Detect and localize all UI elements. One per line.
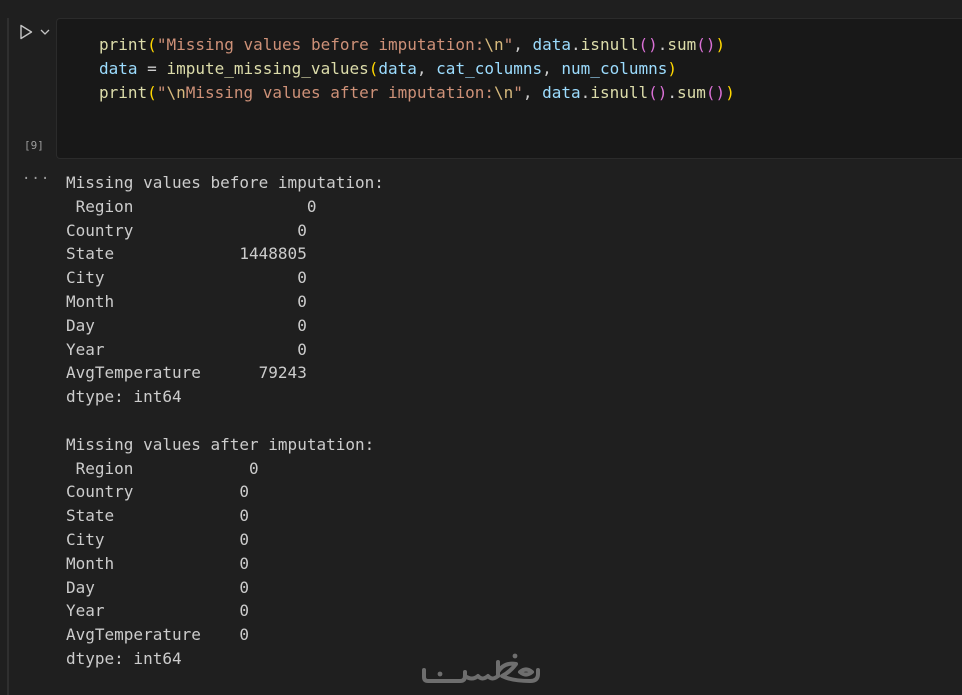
code-token: " <box>513 83 523 102</box>
execution-count: [9] <box>24 139 44 152</box>
output-line: Missing values before imputation: <box>66 173 384 192</box>
output-line: City 0 <box>66 268 307 288</box>
code-line: print("Missing values before imputation:… <box>99 33 735 57</box>
output-line: AvgTemperature 79243 <box>66 363 307 383</box>
code-token: () <box>705 83 726 102</box>
code-token: . <box>571 35 581 54</box>
output-line: Missing values after imputation: <box>66 434 375 454</box>
code-token: num_columns <box>561 59 668 78</box>
code-token: ( <box>368 59 379 78</box>
output-line: Region 0 <box>66 196 317 216</box>
output-line: AvgTemperature 0 <box>66 625 250 645</box>
code-token: , <box>542 59 562 78</box>
code-token: , <box>416 59 437 78</box>
output-line: Year 0 <box>66 339 307 359</box>
chevron-down-icon <box>40 29 50 35</box>
output-line: Country 0 <box>66 482 250 502</box>
code-token: data <box>532 35 572 54</box>
output-line: dtype: int64 <box>66 387 182 407</box>
output-line: Month 0 <box>66 291 307 311</box>
code-lines: print("Missing values before imputation:… <box>99 33 735 105</box>
code-token: print <box>99 83 148 102</box>
code-token: . <box>580 83 591 102</box>
code-token: impute_missing_values <box>166 59 369 78</box>
code-token: data <box>542 83 581 102</box>
code-token: . <box>657 35 668 54</box>
output-line: Day 0 <box>66 577 250 597</box>
code-token: isnull <box>590 83 649 102</box>
code-token: sum <box>677 83 706 102</box>
code-token: \n <box>484 35 504 54</box>
code-token: ) <box>715 35 726 54</box>
output-line: dtype: int64 <box>66 648 182 668</box>
code-token: , <box>513 35 533 54</box>
code-token: () <box>696 35 716 54</box>
code-token: data <box>378 59 417 78</box>
code-token: print <box>99 35 148 54</box>
play-icon <box>20 24 33 40</box>
output-line: Day 0 <box>66 315 307 335</box>
output-more-actions-button[interactable]: ··· <box>22 171 50 187</box>
code-token: \n <box>493 83 514 102</box>
code-token: isnull <box>580 35 639 54</box>
code-token: . <box>667 83 678 102</box>
code-token: = <box>137 59 167 78</box>
output-line: Month 0 <box>66 553 250 573</box>
code-cell-editor[interactable]: print("Missing values before imputation:… <box>56 18 962 159</box>
output-line: Year 0 <box>66 601 250 621</box>
code-token: " <box>156 83 167 102</box>
output-line: Region 0 <box>66 458 259 478</box>
code-token: "Missing values before imputation: <box>156 35 485 54</box>
code-token: \n <box>166 83 186 102</box>
code-token: , <box>522 83 543 102</box>
code-token: Missing values after imputation: <box>185 83 494 102</box>
code-token: " <box>503 35 514 54</box>
code-line: print("\nMissing values after imputation… <box>99 81 735 105</box>
code-token: ) <box>725 83 735 102</box>
output-line: Country 0 <box>66 220 307 240</box>
output-line: City 0 <box>66 529 250 549</box>
code-token: ( <box>147 35 157 54</box>
code-token: cat_columns <box>436 59 543 78</box>
run-cell-button[interactable] <box>17 23 35 41</box>
code-token: ) <box>667 59 678 78</box>
output-line: State 1448805 <box>66 244 307 264</box>
code-line: data = impute_missing_values(data, cat_c… <box>99 57 735 81</box>
cell-run-controls <box>17 22 51 42</box>
code-token: ( <box>147 83 157 102</box>
output-line: State 0 <box>66 506 250 526</box>
code-token: () <box>638 35 658 54</box>
code-token: sum <box>667 35 697 54</box>
cell-output: Missing values before imputation: Region… <box>66 171 384 671</box>
code-token: () <box>648 83 668 102</box>
cell-focus-indicator <box>7 18 9 695</box>
code-token: data <box>99 59 138 78</box>
khamsat-watermark-logo <box>422 653 540 683</box>
run-options-button[interactable] <box>39 23 51 41</box>
